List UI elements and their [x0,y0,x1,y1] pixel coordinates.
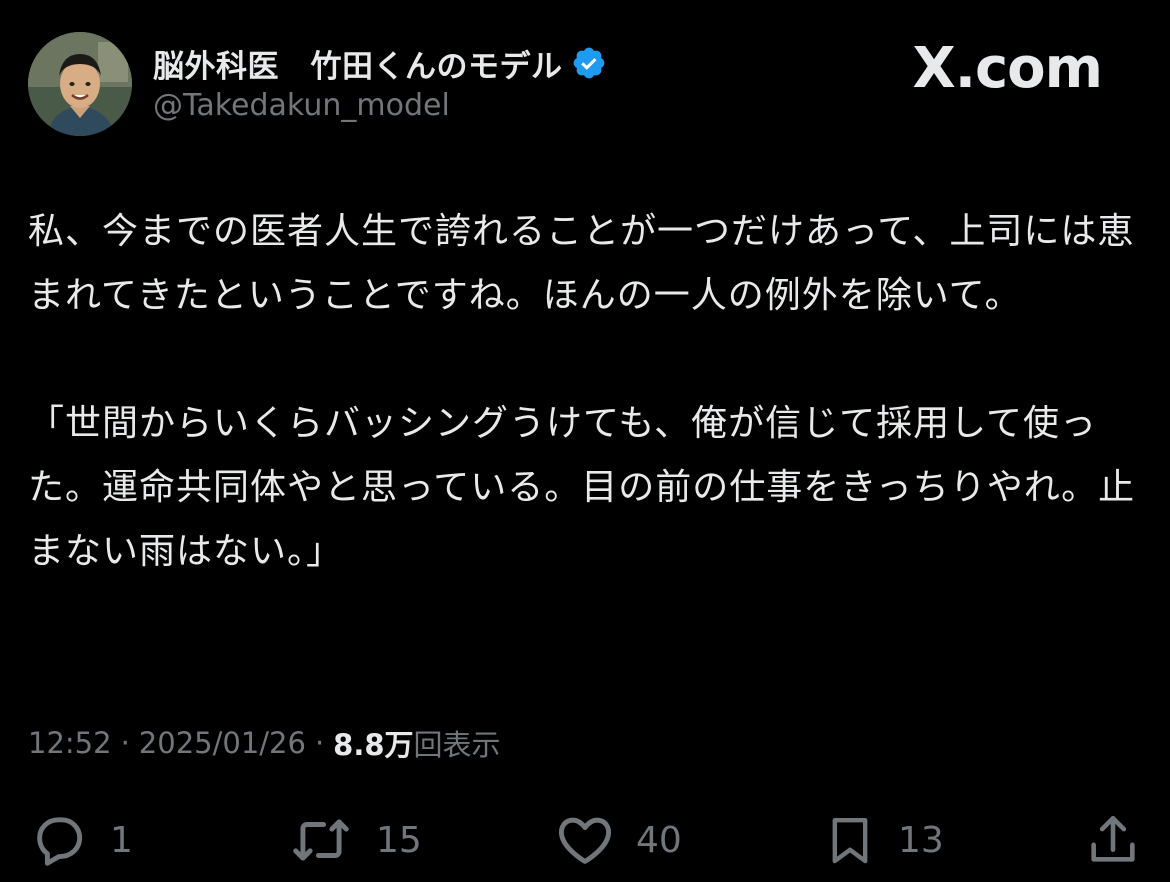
author-name-row[interactable]: 脳外科医 竹田くんのモデル [153,40,607,86]
tweet-date[interactable]: 2025/01/26 [139,726,306,760]
like-count: 40 [636,819,682,861]
bookmark-count: 13 [898,819,944,861]
tweet-text: 私、今までの医者人生で誇れることが一つだけあって、上司には恵まれてきたということ… [28,200,1138,584]
reply-button[interactable]: 1 [28,808,133,872]
repost-count: 15 [376,819,422,861]
action-bar: 1 15 40 13 [0,808,1170,872]
tweet-time[interactable]: 12:52 [28,726,112,760]
views-count: 8.8万 [333,728,414,762]
share-icon [1091,815,1135,862]
meta-separator: · [314,726,325,760]
tweet-paragraph-2: 「世間からいくらバッシングうけても、俺が信じて採用して使った。運命共同体やと思っ… [28,403,1136,572]
bookmark-button[interactable]: 13 [822,808,944,872]
heart-icon [558,817,612,864]
meta-separator: · [120,726,130,760]
reply-count: 1 [110,819,133,861]
repost-icon [293,819,349,861]
avatar-illustration [28,32,132,136]
like-button[interactable]: 40 [554,808,682,872]
repost-button[interactable]: 15 [286,808,422,872]
bookmark-icon [832,817,868,864]
views-label: 回表示 [413,728,501,762]
author-handle[interactable]: @Takedakun_model [153,88,450,123]
author-display-name[interactable]: 脳外科医 竹田くんのモデル [153,41,563,86]
reply-icon [37,817,83,866]
tweet-meta: 12:52 · 2025/01/26 · 8.8万 回表示 [28,722,501,764]
brand-logo: X.com [912,36,1103,101]
tweet-paragraph-1: 私、今までの医者人生で誇れることが一つだけあって、上司には恵まれてきたということ… [28,211,1135,316]
avatar[interactable] [28,32,132,136]
verified-badge-icon [573,47,604,79]
share-button[interactable] [1084,808,1142,872]
